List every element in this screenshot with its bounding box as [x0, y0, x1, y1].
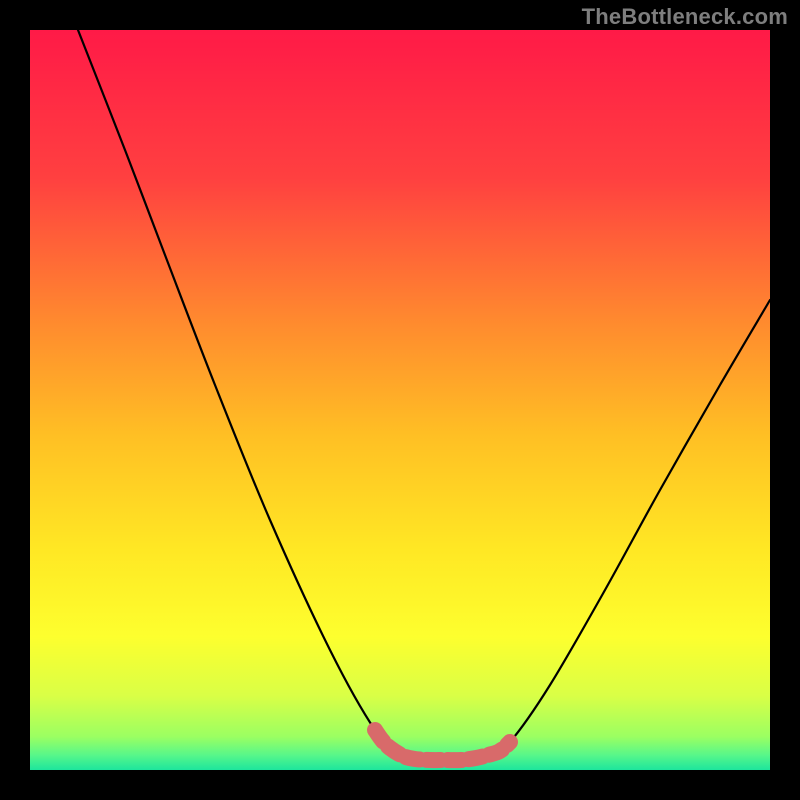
plot-area: [30, 30, 770, 770]
outer-frame: TheBottleneck.com: [0, 0, 800, 800]
curve-layer: [30, 30, 770, 770]
highlight-band: [375, 730, 510, 760]
bottleneck-curve: [78, 30, 770, 761]
watermark-label: TheBottleneck.com: [582, 4, 788, 30]
